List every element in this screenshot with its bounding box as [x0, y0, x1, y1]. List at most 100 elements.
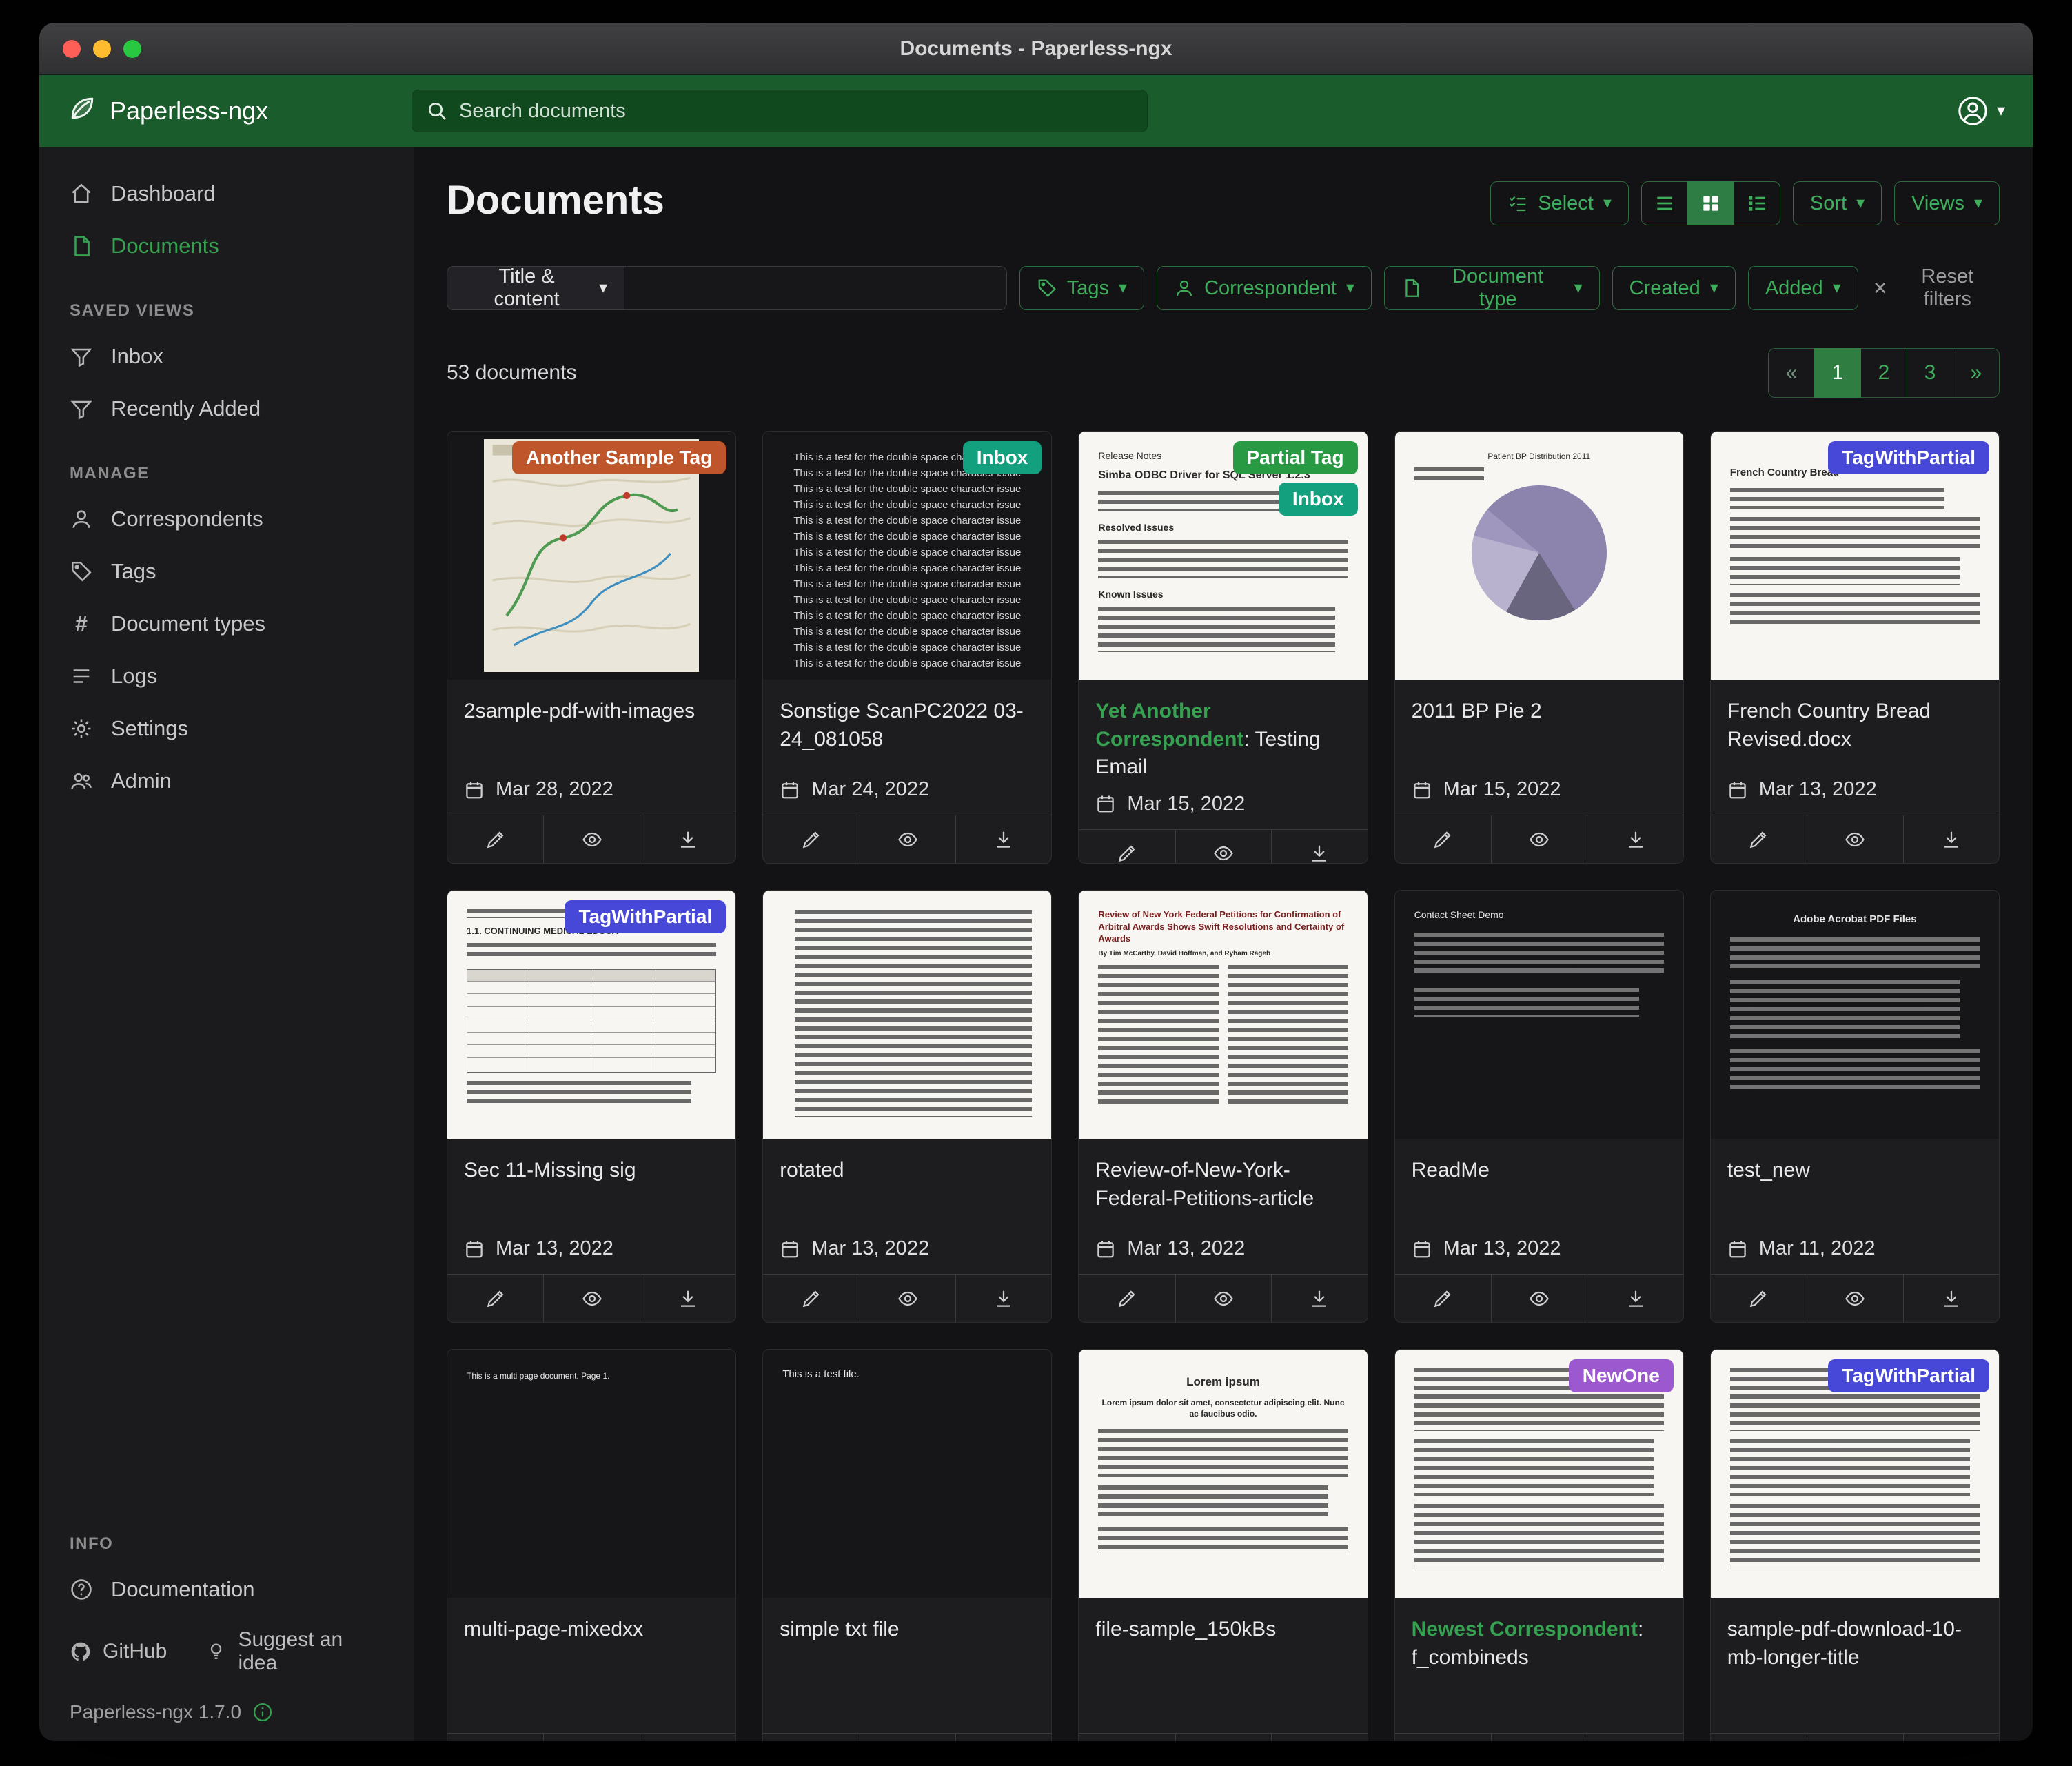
- document-title[interactable]: Yet Another Correspondent: Testing Email: [1079, 680, 1367, 787]
- document-card[interactable]: Release NotesSimba ODBC Driver for SQL S…: [1078, 431, 1368, 864]
- view-button[interactable]: [1491, 815, 1587, 863]
- view-button[interactable]: [860, 1734, 955, 1741]
- document-card[interactable]: This is a test for the double space char…: [762, 431, 1052, 864]
- added-filter-button[interactable]: Added ▾: [1748, 266, 1858, 310]
- sidebar-item-document-types[interactable]: # Document types: [39, 598, 414, 650]
- view-button[interactable]: [860, 1275, 955, 1322]
- view-button[interactable]: [860, 815, 955, 863]
- document-title[interactable]: French Country Bread Revised.docx: [1711, 680, 1999, 773]
- document-title[interactable]: test_new: [1711, 1139, 1999, 1232]
- document-card[interactable]: Adobe Acrobat PDF Filestest_newMar 11, 2…: [1710, 890, 2000, 1323]
- sort-button[interactable]: Sort ▾: [1793, 181, 1882, 225]
- pagination-prev-button[interactable]: «: [1768, 348, 1815, 398]
- list-view-button[interactable]: [1641, 181, 1688, 225]
- download-button[interactable]: [1903, 1734, 1999, 1741]
- sidebar-item-documents[interactable]: Documents: [39, 220, 414, 272]
- document-thumbnail[interactable]: 1.1. CONTINUING MEDICAL EDUCATagWithPart…: [447, 891, 735, 1139]
- download-button[interactable]: [640, 1734, 735, 1741]
- view-button[interactable]: [1807, 1275, 1902, 1322]
- title-content-input[interactable]: [624, 266, 1007, 310]
- document-thumbnail[interactable]: This is a multi page document. Page 1.: [447, 1350, 735, 1598]
- document-card[interactable]: NewOneNewest Correspondent: f_combineds: [1394, 1349, 1684, 1741]
- download-button[interactable]: [1271, 1275, 1367, 1322]
- sidebar-item-inbox[interactable]: Inbox: [39, 330, 414, 383]
- document-thumbnail[interactable]: Review of New York Federal Petitions for…: [1079, 891, 1367, 1139]
- edit-button[interactable]: [763, 815, 859, 863]
- title-content-dropdown[interactable]: Title & content ▾: [447, 266, 624, 310]
- document-thumbnail[interactable]: Patient BP Distribution 2011: [1395, 432, 1683, 680]
- document-card[interactable]: TagWithPartial sample-pdf-download-10-mb-…: [1710, 1349, 2000, 1741]
- zoom-window-button[interactable]: [123, 40, 141, 58]
- tag-badge[interactable]: Inbox: [963, 441, 1042, 474]
- download-button[interactable]: [955, 1734, 1051, 1741]
- select-button[interactable]: Select ▾: [1490, 181, 1629, 225]
- download-button[interactable]: [640, 1275, 735, 1322]
- views-button[interactable]: Views ▾: [1894, 181, 2000, 225]
- correspondent-filter-button[interactable]: Correspondent ▾: [1157, 266, 1372, 310]
- edit-button[interactable]: [447, 1734, 543, 1741]
- user-menu[interactable]: ▾: [1957, 95, 2005, 127]
- view-button[interactable]: [543, 1275, 639, 1322]
- tag-badge[interactable]: Another Sample Tag: [512, 441, 726, 474]
- view-button[interactable]: [1175, 1275, 1271, 1322]
- sidebar-item-recently-added[interactable]: Recently Added: [39, 383, 414, 435]
- search-input[interactable]: [459, 100, 1133, 123]
- document-thumbnail[interactable]: French Country BreadTagWithPartial: [1711, 432, 1999, 680]
- sidebar-item-suggest-idea[interactable]: Suggest an idea: [205, 1628, 383, 1675]
- document-correspondent-link[interactable]: Yet Another Correspondent: [1095, 700, 1243, 751]
- download-button[interactable]: [1271, 1734, 1367, 1741]
- document-thumbnail[interactable]: Contact Sheet Demo: [1395, 891, 1683, 1139]
- grid-view-button[interactable]: [1687, 181, 1734, 225]
- edit-button[interactable]: [447, 1275, 543, 1322]
- edit-button[interactable]: [1395, 1275, 1491, 1322]
- document-thumbnail[interactable]: This is a test for the double space char…: [763, 432, 1051, 680]
- document-card[interactable]: French Country BreadTagWithPartialFrench…: [1710, 431, 2000, 864]
- document-title[interactable]: Review-of-New-York-Federal-Petitions-art…: [1079, 1139, 1367, 1232]
- document-title[interactable]: sample-pdf-download-10-mb-longer-title: [1711, 1598, 1999, 1733]
- sidebar-item-logs[interactable]: Logs: [39, 650, 414, 702]
- document-title[interactable]: rotated: [763, 1139, 1051, 1232]
- download-button[interactable]: [1903, 815, 1999, 863]
- pagination-page-2[interactable]: 2: [1860, 348, 1907, 398]
- sidebar-item-correspondents[interactable]: Correspondents: [39, 493, 414, 545]
- sidebar-item-dashboard[interactable]: Dashboard: [39, 168, 414, 220]
- document-thumbnail[interactable]: This is a test file.: [763, 1350, 1051, 1598]
- document-card[interactable]: Review of New York Federal Petitions for…: [1078, 890, 1368, 1323]
- download-button[interactable]: [1587, 815, 1683, 863]
- document-title[interactable]: simple txt file: [763, 1598, 1051, 1733]
- pagination-page-1[interactable]: 1: [1814, 348, 1861, 398]
- view-button[interactable]: [543, 1734, 639, 1741]
- view-button[interactable]: [1175, 830, 1271, 864]
- tag-badge[interactable]: NewOne: [1569, 1359, 1674, 1392]
- detail-view-button[interactable]: [1734, 181, 1780, 225]
- pagination-next-button[interactable]: »: [1953, 348, 2000, 398]
- app-brand[interactable]: Paperless-ngx: [67, 93, 412, 130]
- tag-badge[interactable]: Partial Tag: [1233, 441, 1358, 474]
- view-button[interactable]: [543, 815, 639, 863]
- sidebar-item-admin[interactable]: Admin: [39, 755, 414, 807]
- tag-badge[interactable]: TagWithPartial: [1828, 1359, 1989, 1392]
- document-title[interactable]: 2011 BP Pie 2: [1395, 680, 1683, 773]
- sidebar-item-settings[interactable]: Settings: [39, 702, 414, 755]
- view-button[interactable]: [1807, 1734, 1902, 1741]
- sidebar-item-tags[interactable]: Tags: [39, 545, 414, 598]
- document-correspondent-link[interactable]: Newest Correspondent: [1412, 1618, 1638, 1641]
- document-title[interactable]: multi-page-mixedxx: [447, 1598, 735, 1733]
- tag-badge[interactable]: TagWithPartial: [565, 900, 726, 933]
- document-thumbnail[interactable]: NewOne: [1395, 1350, 1683, 1598]
- sidebar-item-documentation[interactable]: Documentation: [39, 1563, 414, 1616]
- document-card[interactable]: This is a test file.simple txt file: [762, 1349, 1052, 1741]
- download-button[interactable]: [1271, 830, 1367, 864]
- document-thumbnail[interactable]: [763, 891, 1051, 1139]
- document-title[interactable]: Sonstige ScanPC2022 03-24_081058: [763, 680, 1051, 773]
- document-thumbnail[interactable]: Release NotesSimba ODBC Driver for SQL S…: [1079, 432, 1367, 680]
- reset-filters-button[interactable]: × Reset filters: [1873, 265, 2000, 311]
- download-button[interactable]: [1587, 1275, 1683, 1322]
- edit-button[interactable]: [1079, 830, 1175, 864]
- document-type-filter-button[interactable]: Document type ▾: [1384, 266, 1600, 310]
- tag-badge[interactable]: Inbox: [1279, 483, 1358, 516]
- document-title[interactable]: file-sample_150kBs: [1079, 1598, 1367, 1733]
- minimize-window-button[interactable]: [93, 40, 111, 58]
- edit-button[interactable]: [763, 1275, 859, 1322]
- pagination-page-3[interactable]: 3: [1907, 348, 1953, 398]
